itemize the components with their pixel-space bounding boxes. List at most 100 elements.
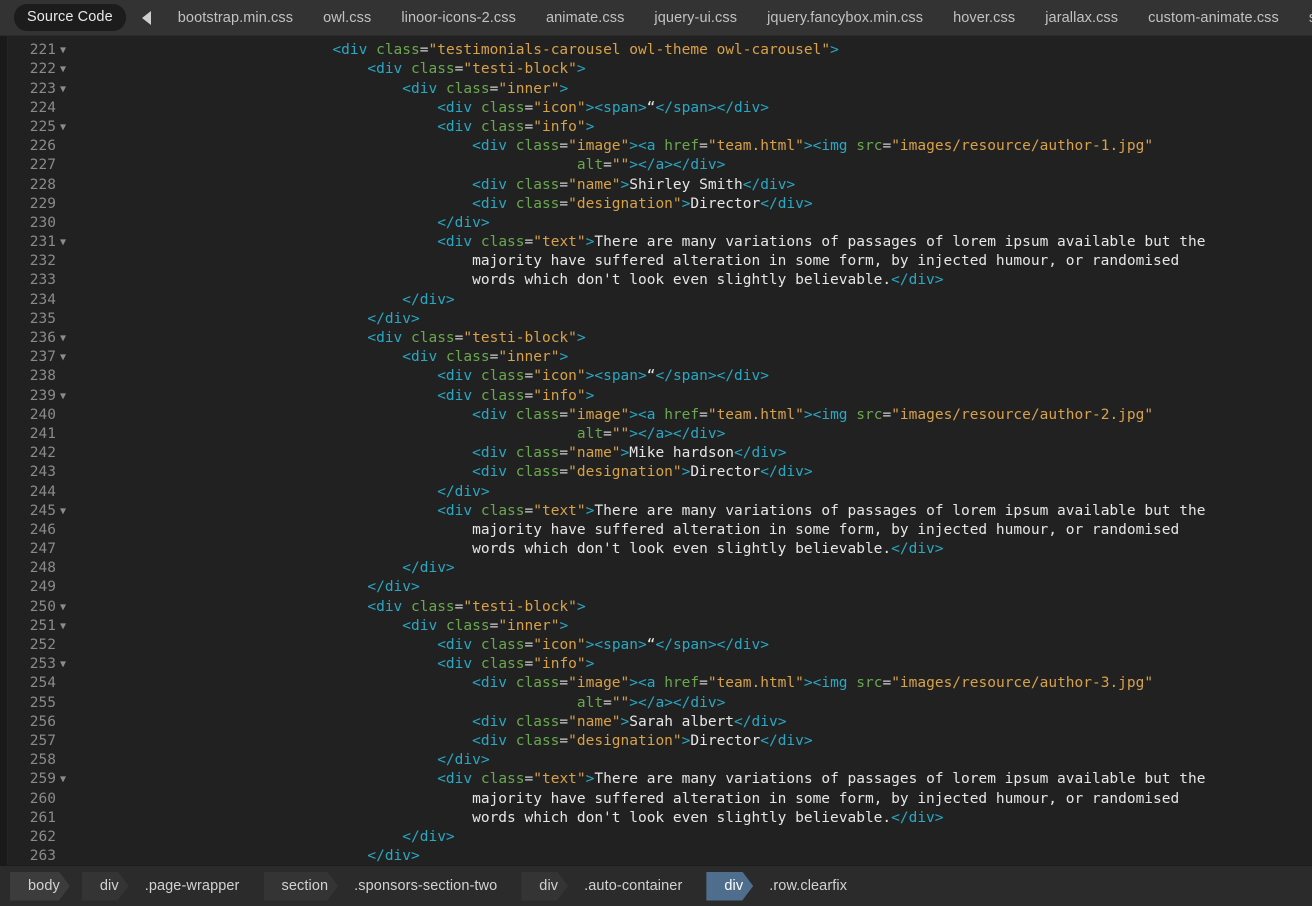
fold-triangle-icon[interactable]: ▼ — [56, 329, 70, 348]
code-text[interactable]: alt=""></a></div> — [78, 425, 1312, 444]
fold-triangle-icon[interactable]: ▼ — [56, 80, 70, 99]
code-text[interactable]: <div class="testi-block"> — [78, 598, 1312, 617]
code-text[interactable]: <div class="icon"><span>“</span></div> — [78, 99, 1312, 118]
code-line[interactable]: 249▼ </div> — [0, 578, 1312, 598]
triangle-left-icon[interactable] — [141, 10, 151, 25]
line-number-gutter[interactable]: 233▼ — [0, 271, 78, 291]
code-line[interactable]: 236 ▼ <div class="testi-block"> — [0, 329, 1312, 349]
code-line[interactable]: 233▼ words which don't look even slightl… — [0, 271, 1312, 291]
code-editor[interactable]: 220▼ <div class="carousel-box">221▼ <div… — [0, 36, 1312, 865]
code-text[interactable]: <div class="image"><a href="team.html"><… — [78, 137, 1312, 156]
breadcrumb-item[interactable]: div — [521, 872, 568, 901]
code-line[interactable]: 224▼ <div class="icon"><span>“</span></d… — [0, 98, 1312, 118]
line-number-gutter[interactable]: 252▼ — [0, 636, 78, 656]
file-tab[interactable]: jquery-ui.css — [639, 10, 752, 26]
line-number-gutter[interactable]: 256▼ — [0, 712, 78, 732]
line-number-gutter[interactable]: 250 ▼ — [0, 597, 78, 617]
code-text[interactable]: <div class="icon"><span>“</span></div> — [78, 636, 1312, 655]
code-line[interactable]: 229▼ <div class="designation">Director</… — [0, 194, 1312, 214]
code-text[interactable]: words which don't look even slightly bel… — [78, 809, 1312, 828]
fold-triangle-icon[interactable]: ▼ — [56, 118, 70, 137]
line-number-gutter[interactable]: 258▼ — [0, 751, 78, 771]
code-text[interactable]: majority have suffered alteration in som… — [78, 521, 1312, 540]
file-tab[interactable]: animate.css — [531, 10, 639, 26]
code-text[interactable]: words which don't look even slightly bel… — [78, 540, 1312, 559]
line-number-gutter[interactable]: 261▼ — [0, 808, 78, 828]
editor-scrollbar-track[interactable] — [0, 36, 8, 865]
code-line[interactable]: 247▼ words which don't look even slightl… — [0, 540, 1312, 560]
code-line[interactable]: 241▼ alt=""></a></div> — [0, 424, 1312, 445]
line-number-gutter[interactable]: 242▼ — [0, 444, 78, 464]
code-text[interactable]: <div class="name">Shirley Smith</div> — [78, 176, 1312, 195]
line-number-gutter[interactable]: 241▼ — [0, 424, 78, 445]
code-line[interactable]: 243▼ <div class="designation">Director</… — [0, 463, 1312, 483]
code-text[interactable]: <div class="inner"> — [78, 80, 1312, 99]
fold-triangle-icon[interactable]: ▼ — [56, 502, 70, 521]
code-line[interactable]: 256▼ <div class="name">Sarah albert</div… — [0, 712, 1312, 732]
line-number-gutter[interactable]: 255▼ — [0, 693, 78, 713]
code-text[interactable]: <div class="image"><a href="team.html"><… — [78, 406, 1312, 425]
line-number-gutter[interactable]: 231 ▼ — [0, 233, 78, 253]
code-line[interactable]: 262▼ </div> — [0, 827, 1312, 848]
code-line[interactable]: 238▼ <div class="icon"><span>“</span></d… — [0, 367, 1312, 387]
code-text[interactable]: alt=""></a></div> — [78, 156, 1312, 175]
code-scroll-area[interactable]: 220▼ <div class="carousel-box">221▼ <div… — [0, 36, 1312, 865]
line-number-gutter[interactable]: 230▼ — [0, 213, 78, 234]
file-tab[interactable]: owl.css — [308, 10, 386, 26]
fold-triangle-icon[interactable]: ▼ — [56, 348, 70, 367]
code-text[interactable]: <div class="designation">Director</div> — [78, 463, 1312, 482]
line-number-gutter[interactable]: 234▼ — [0, 290, 78, 310]
code-line[interactable]: 250 ▼ <div class="testi-block"> — [0, 597, 1312, 617]
line-number-gutter[interactable]: 253 ▼ — [0, 655, 78, 675]
fold-triangle-icon[interactable]: ▼ — [56, 41, 70, 60]
code-line[interactable]: 225 ▼ <div class="info"> — [0, 117, 1312, 138]
line-number-gutter[interactable]: 249▼ — [0, 578, 78, 598]
fold-triangle-icon[interactable]: ▼ — [56, 770, 70, 789]
line-number-gutter[interactable]: 228▼ — [0, 175, 78, 195]
fold-triangle-icon[interactable]: ▼ — [56, 387, 70, 406]
code-line[interactable]: 245 ▼ <div class="text">There are many va… — [0, 501, 1312, 521]
breadcrumb-item[interactable]: .sponsors-section-two — [350, 872, 507, 901]
code-text[interactable]: </div> — [78, 310, 1312, 329]
code-line[interactable]: 240▼ <div class="image"><a href="team.ht… — [0, 405, 1312, 425]
code-text[interactable]: <div class="designation">Director</div> — [78, 732, 1312, 751]
code-text[interactable]: <div class="name">Sarah albert</div> — [78, 713, 1312, 732]
code-text[interactable]: majority have suffered alteration in som… — [78, 790, 1312, 809]
line-number-gutter[interactable]: 227▼ — [0, 156, 78, 176]
code-text[interactable]: <div class="testi-block"> — [78, 329, 1312, 348]
code-line[interactable]: 253 ▼ <div class="info"> — [0, 655, 1312, 675]
code-line[interactable]: 223 ▼ <div class="inner"> — [0, 79, 1312, 99]
code-text[interactable]: <div class="text">There are many variati… — [78, 502, 1312, 521]
code-line[interactable]: 255▼ alt=""></a></div> — [0, 693, 1312, 713]
code-line[interactable]: 221 ▼ <div class="testimonials-carousel o… — [0, 41, 1312, 61]
breadcrumb-item-active[interactable]: div — [706, 872, 753, 901]
line-number-gutter[interactable]: 225 ▼ — [0, 117, 78, 138]
file-tab[interactable]: hover.css — [938, 10, 1030, 26]
line-number-gutter[interactable]: 229▼ — [0, 194, 78, 214]
code-line[interactable]: 261▼ words which don't look even slightl… — [0, 808, 1312, 828]
code-line[interactable]: 254▼ <div class="image"><a href="team.ht… — [0, 674, 1312, 694]
code-line[interactable]: 222 ▼ <div class="testi-block"> — [0, 60, 1312, 80]
breadcrumb-item[interactable]: section — [264, 872, 339, 901]
fold-triangle-icon[interactable]: ▼ — [56, 598, 70, 617]
code-line[interactable]: 251 ▼ <div class="inner"> — [0, 616, 1312, 636]
code-text[interactable]: </div> — [78, 847, 1312, 865]
code-line[interactable]: 263▼ </div> — [0, 847, 1312, 865]
code-text[interactable]: <div class="text">There are many variati… — [78, 233, 1312, 252]
code-text[interactable]: <div class="icon"><span>“</span></div> — [78, 367, 1312, 386]
line-number-gutter[interactable]: 257▼ — [0, 731, 78, 752]
code-text[interactable]: <div class="name">Mike hardson</div> — [78, 444, 1312, 463]
file-tab[interactable]: linoor-icons-2.css — [386, 10, 531, 26]
line-number-gutter[interactable]: 248▼ — [0, 559, 78, 579]
file-tab[interactable]: jarallax.css — [1030, 10, 1133, 26]
code-text[interactable]: </div> — [78, 751, 1312, 770]
line-number-gutter[interactable]: 244▼ — [0, 482, 78, 502]
code-line[interactable]: 248▼ </div> — [0, 559, 1312, 579]
code-text[interactable]: </div> — [78, 559, 1312, 578]
line-number-gutter[interactable]: 235▼ — [0, 309, 78, 329]
line-number-gutter[interactable]: 240▼ — [0, 405, 78, 425]
code-text[interactable]: </div> — [78, 291, 1312, 310]
line-number-gutter[interactable]: 243▼ — [0, 463, 78, 483]
code-text[interactable]: <div class="info"> — [78, 387, 1312, 406]
line-number-gutter[interactable]: 239 ▼ — [0, 386, 78, 406]
